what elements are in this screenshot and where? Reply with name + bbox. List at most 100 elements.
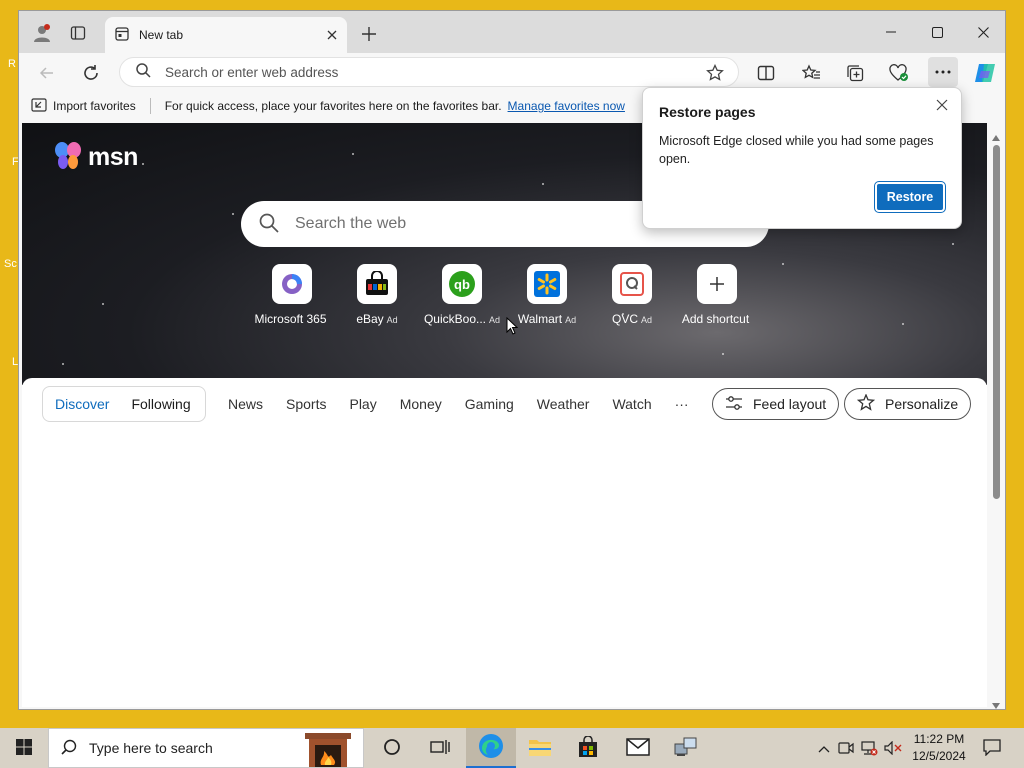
windows-logo-icon (16, 738, 32, 758)
minimize-button[interactable] (868, 17, 914, 47)
ad-badge: Ad (489, 315, 501, 325)
restore-pages-popup: Restore pages Microsoft Edge closed whil… (642, 87, 962, 229)
cortana-button[interactable] (368, 728, 416, 768)
show-hidden-icons-button[interactable] (814, 728, 834, 768)
favbar-message: For quick access, place your favorites h… (164, 99, 502, 113)
microsoft-365-icon (272, 264, 312, 304)
tab-following[interactable]: Following (131, 396, 190, 412)
shortcut-label: QVC (611, 312, 638, 326)
shortcut-label: QuickBoo... (423, 312, 486, 326)
import-favorites-button[interactable]: Import favorites (31, 97, 136, 115)
walmart-icon (527, 264, 567, 304)
tab-new-tab[interactable]: New tab (105, 17, 347, 53)
back-button[interactable] (33, 59, 61, 87)
task-view-button[interactable] (416, 728, 464, 768)
scrollbar-thumb[interactable] (993, 145, 1000, 499)
copilot-icon[interactable] (971, 59, 999, 87)
tab-discover[interactable]: Discover (55, 396, 109, 412)
svg-text:qb: qb (454, 277, 470, 292)
feed-tab-group: Discover Following (42, 386, 206, 422)
shortcut-qvc[interactable]: QVC Ad (587, 264, 677, 326)
cortana-circle-icon (383, 738, 401, 759)
taskbar-search-box[interactable]: Type here to search (48, 728, 364, 768)
feed-layout-button[interactable]: Feed layout (712, 388, 840, 420)
nav-watch[interactable]: Watch (612, 396, 651, 412)
popup-title: Restore pages (659, 104, 756, 120)
nav-sports[interactable]: Sports (286, 396, 326, 412)
import-icon (31, 97, 47, 115)
shortcut-add[interactable]: Add shortcut (672, 264, 762, 326)
tab-actions-icon[interactable] (65, 20, 91, 46)
personalize-button[interactable]: Personalize (844, 388, 972, 420)
meet-now-icon[interactable] (836, 728, 856, 768)
tab-title: New tab (139, 28, 184, 42)
settings-more-icon[interactable] (928, 57, 958, 87)
shortcut-label: Walmart (517, 312, 563, 326)
shortcut-label: Add shortcut (681, 312, 750, 326)
browser-essentials-icon[interactable] (885, 59, 913, 87)
tab-page-icon (115, 26, 129, 44)
mail-button[interactable] (614, 728, 662, 768)
volume-muted-icon[interactable] (882, 728, 904, 768)
favorite-star-icon[interactable] (706, 63, 724, 85)
close-tab-icon[interactable] (327, 28, 337, 43)
scroll-up-icon[interactable] (992, 129, 1000, 144)
search-icon (61, 739, 77, 758)
nav-weather[interactable]: Weather (537, 396, 590, 412)
ad-badge: Ad (641, 315, 653, 325)
shortcut-quickbooks[interactable]: qb QuickBoo... Ad (417, 264, 507, 326)
clock-date: 12/5/2024 (912, 749, 966, 763)
refresh-button[interactable] (77, 59, 105, 87)
network-icon[interactable] (858, 728, 880, 768)
taskbar-edge-button[interactable] (466, 728, 516, 768)
ad-badge: Ad (386, 315, 398, 325)
restore-button[interactable]: Restore (874, 181, 946, 213)
split-screen-icon[interactable] (752, 59, 780, 87)
qvc-icon (612, 264, 652, 304)
quickbooks-icon: qb (442, 264, 482, 304)
taskbar: Type here to search 11:22 PM 12/5/2024 (0, 728, 1024, 768)
system-clock[interactable]: 11:22 PM 12/5/2024 (906, 731, 972, 765)
start-button[interactable] (0, 728, 48, 768)
shortcut-microsoft-365[interactable]: Microsoft 365 (247, 264, 337, 326)
nav-money[interactable]: Money (400, 396, 442, 412)
favorites-icon[interactable] (797, 59, 825, 87)
scroll-down-icon[interactable] (992, 697, 1000, 709)
navigation-toolbar: Search or enter web address (19, 53, 1005, 91)
sliders-icon (725, 395, 743, 413)
address-placeholder: Search or enter web address (165, 64, 339, 80)
tab-bar: New tab (19, 11, 1005, 53)
nav-news[interactable]: News (228, 396, 263, 412)
store-button[interactable] (564, 728, 612, 768)
shortcut-ebay[interactable]: eBay Ad (332, 264, 422, 326)
search-icon (259, 213, 279, 236)
nav-play[interactable]: Play (349, 396, 376, 412)
chevron-up-icon (818, 741, 830, 756)
profile-icon[interactable] (29, 20, 55, 46)
feed-layout-label: Feed layout (753, 396, 827, 412)
page-scrollbar[interactable] (987, 123, 1005, 709)
file-explorer-button[interactable] (516, 728, 564, 768)
personalize-label: Personalize (885, 396, 959, 412)
shortcut-label: eBay (356, 312, 384, 326)
taskbar-search-placeholder: Type here to search (89, 740, 213, 756)
close-window-button[interactable] (960, 17, 1005, 47)
feed-section: Discover Following News Sports Play Mone… (22, 378, 987, 707)
msn-logo[interactable]: msn (54, 141, 138, 174)
nav-gaming[interactable]: Gaming (465, 396, 514, 412)
clock-time: 11:22 PM (913, 732, 965, 746)
network-app-button[interactable] (662, 728, 710, 768)
manage-favorites-link[interactable]: Manage favorites now (508, 99, 625, 113)
store-bag-icon (577, 734, 599, 761)
close-popup-icon[interactable] (933, 96, 951, 114)
address-bar[interactable]: Search or enter web address (119, 57, 739, 87)
maximize-button[interactable] (914, 17, 960, 47)
ad-badge: Ad (565, 315, 577, 325)
favbar-divider (149, 98, 151, 114)
notification-icon (983, 738, 1001, 759)
popup-message: Microsoft Edge closed while you had some… (659, 134, 934, 166)
nav-more-button[interactable]: ··· (675, 396, 689, 412)
collections-icon[interactable] (841, 59, 869, 87)
action-center-button[interactable] (978, 728, 1006, 768)
new-tab-button[interactable] (355, 20, 383, 48)
